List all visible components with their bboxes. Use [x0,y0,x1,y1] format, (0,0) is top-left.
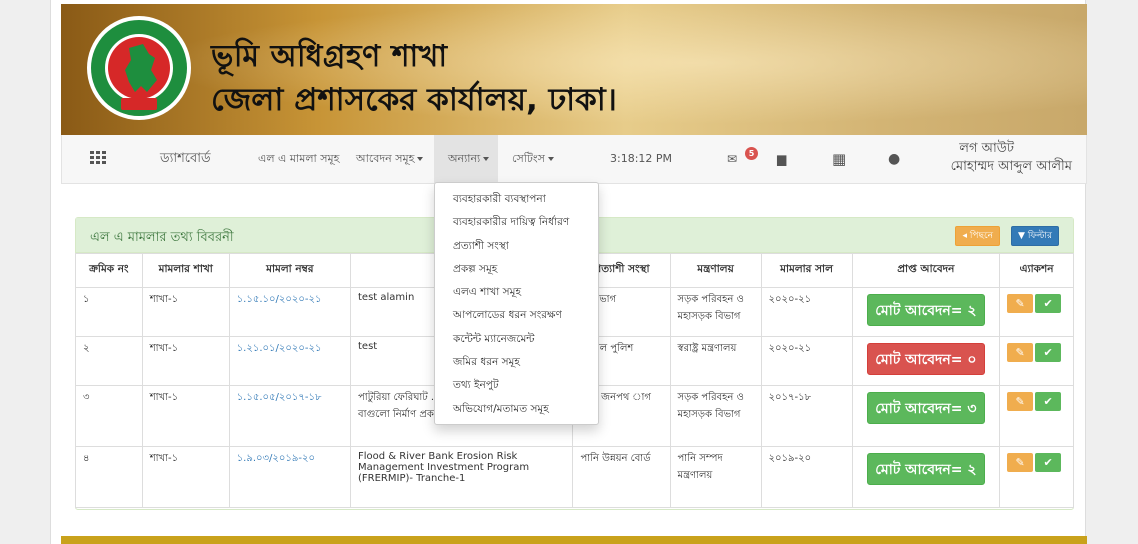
cell-action: ✎ ✔ [999,446,1074,508]
total-applications-button[interactable]: মোট আবেদন= ২ [866,294,985,326]
case-link[interactable]: ১.২১.০১/২০২০-২১ [237,343,322,354]
case-link[interactable]: ১.১৫.০৫/২০১৭-১৮ [237,392,322,403]
user-name: মোহাম্মদ আব্দুল আলীম [950,159,1072,174]
total-applications-button[interactable]: মোট আবেদন= ২ [866,453,985,485]
menu-item-requiring-agency[interactable]: প্রত্যাশী সংস্থা [435,235,598,258]
back-button-label: পিছনে [969,231,993,241]
menu-item-projects[interactable]: প্রকল্প সমূহ [435,258,598,281]
total-applications-button[interactable]: মোট আবেদন= ৩ [866,392,985,424]
col-applications: প্রাপ্ত আবেদন [851,253,1001,288]
check-icon[interactable]: ✔ [1035,392,1062,411]
cell-ministry: পানি সম্পদ মন্ত্রণালয় [669,446,762,508]
others-dropdown-menu: ব্যবহারকারী ব্যবস্থাপনা ব্যবহারকারীর দায… [434,182,599,425]
edit-icon[interactable]: ✎ [1007,294,1034,313]
nav-others[interactable]: অন্যান্য [434,135,498,183]
cell-year: ২০২০-২১ [760,287,853,337]
back-button[interactable]: ◂ পিছনে [955,226,1000,246]
col-branch: মামলার শাখা [141,253,230,288]
cell-applications: মোট আবেদন= ৩ [851,385,1001,447]
cell-branch: শাখা-১ [141,287,230,337]
check-icon[interactable]: ✔ [1035,294,1062,313]
menu-item-upload-types[interactable]: আপলোডের ধরন সংরক্ষণ [435,304,598,327]
nav-others-label: অন্যান্য [448,152,481,165]
col-serial: ক্রমিক নং [75,253,143,288]
cell-applications: মোট আবেদন= ২ [851,287,1001,337]
col-year: মামলার সাল [760,253,853,288]
cell-ministry: স্বরাষ্ট্র মন্ত্রণালয় [669,336,762,386]
menu-item-la-branches[interactable]: এলএ শাখা সমূহ [435,281,598,304]
cell-year: ২০১৭-১৮ [760,385,853,447]
chat-icon[interactable]: ▆ [777,135,786,183]
menu-item-land-types[interactable]: জমির ধরন সমূহ [435,351,598,374]
calculator-icon[interactable]: ▦ [832,135,846,183]
edit-icon[interactable]: ✎ [1007,453,1034,472]
cell-case-no: ১.১৫.০৫/২০১৭-১৮ [228,385,352,447]
cell-applications: মোট আবেদন= ২ [851,446,1001,508]
footer-bar [61,536,1087,544]
chevron-down-icon [417,157,424,161]
cell-branch: শাখা-১ [141,385,230,447]
nav-dashboard[interactable]: ড্যাশবোর্ড [160,135,211,183]
banner-subtitle: জেলা প্রশাসকের কার্যালয়, ঢাকা। [211,82,617,118]
cell-ministry: সড়ক পরিবহন ও মহাসড়ক বিভাগ [669,287,762,337]
cell-case-no: ১.১৫.১০/২০২০-২১ [228,287,352,337]
chevron-down-icon [483,157,490,161]
chevron-down-icon [547,157,554,161]
cell-case-no: ১.২১.০১/২০২০-২১ [228,336,352,386]
case-link[interactable]: ১.১৫.১০/২০২০-২১ [237,294,322,305]
filter-button-label: ফিল্টার [1027,231,1052,241]
menu-item-content-management[interactable]: কন্টেন্ট ম্যানেজমেন্ট [435,328,598,351]
check-icon[interactable]: ✔ [1035,343,1062,362]
col-ministry: মন্ত্রণালয় [669,253,762,288]
user-icon[interactable]: ● [888,135,900,183]
cell-year: ২০১৯-২০ [760,446,853,508]
col-case-no: মামলা নম্বর [228,253,352,288]
cell-serial: ১ [75,287,143,337]
filter-icon: ▼ [1018,231,1025,241]
cell-year: ২০২০-২১ [760,336,853,386]
nav-applications[interactable]: আবেদন সমূহ [356,135,424,183]
cell-serial: ৩ [75,385,143,447]
cell-serial: ৪ [75,446,143,508]
cell-action: ✎ ✔ [999,336,1074,386]
filter-button[interactable]: ▼ ফিল্টার [1011,226,1059,246]
total-applications-button[interactable]: মোট আবেদন= ০ [866,343,985,375]
menu-item-user-management[interactable]: ব্যবহারকারী ব্যবস্থাপনা [435,188,598,211]
cell-case-no: ১.৯.০৩/২০১৯-২০ [228,446,352,508]
table-row: ৪ শাখা-১ ১.৯.০৩/২০১৯-২০ Flood & River Ba… [75,446,1074,508]
edit-icon[interactable]: ✎ [1007,392,1034,411]
mail-icon[interactable]: ✉ [727,135,737,183]
cell-project: Flood & River Bank Erosion Risk Manageme… [350,446,574,508]
cell-branch: শাখা-১ [141,336,230,386]
clock: 3:18:12 PM [610,152,673,165]
top-navbar: ড্যাশবোর্ড এল এ মামলা সমূহ আবেদন সমূহ অন… [61,135,1087,184]
col-action: এ্যাকশন [999,253,1074,288]
user-block: লগ আউট মোহাম্মদ আব্দুল আলীম [951,140,1072,176]
menu-item-user-role[interactable]: ব্যবহারকারীর দায়িত্ব নির্ধারণ [435,211,598,234]
government-seal-logo [87,16,191,120]
page: ভূমি অধিগ্রহণ শাখা জেলা প্রশাসকের কার্যা… [50,0,1087,544]
nav-applications-label: আবেদন সমূহ [356,152,415,165]
cell-action: ✎ ✔ [999,287,1074,337]
menu-item-data-input[interactable]: তথ্য ইনপুট [435,374,598,397]
cell-serial: ২ [75,336,143,386]
nav-la-cases[interactable]: এল এ মামলা সমূহ [258,135,339,183]
nav-settings[interactable]: সেটিংস [512,135,554,183]
cell-agency: পানি উন্নয়ন বোর্ড [572,446,671,508]
menu-item-complaints[interactable]: অভিযোগ/মতামত সমূহ [435,398,598,421]
panel-title: এল এ মামলার তথ্য বিবরনী [90,230,234,245]
nav-settings-label: সেটিংস [512,152,545,165]
edit-icon[interactable]: ✎ [1007,343,1034,362]
check-icon[interactable]: ✔ [1035,453,1062,472]
case-link[interactable]: ১.৯.০৩/২০১৯-২০ [237,453,315,464]
cell-branch: শাখা-১ [141,446,230,508]
logout-link[interactable]: লগ আউট [951,140,1072,158]
mail-count-badge: 5 [745,147,758,160]
apps-grid-icon[interactable] [90,151,106,165]
cell-applications: মোট আবেদন= ০ [851,336,1001,386]
cell-ministry: সড়ক পরিবহন ও মহাসড়ক বিভাগ [669,385,762,447]
header-banner: ভূমি অধিগ্রহণ শাখা জেলা প্রশাসকের কার্যা… [61,4,1087,135]
cell-action: ✎ ✔ [999,385,1074,447]
